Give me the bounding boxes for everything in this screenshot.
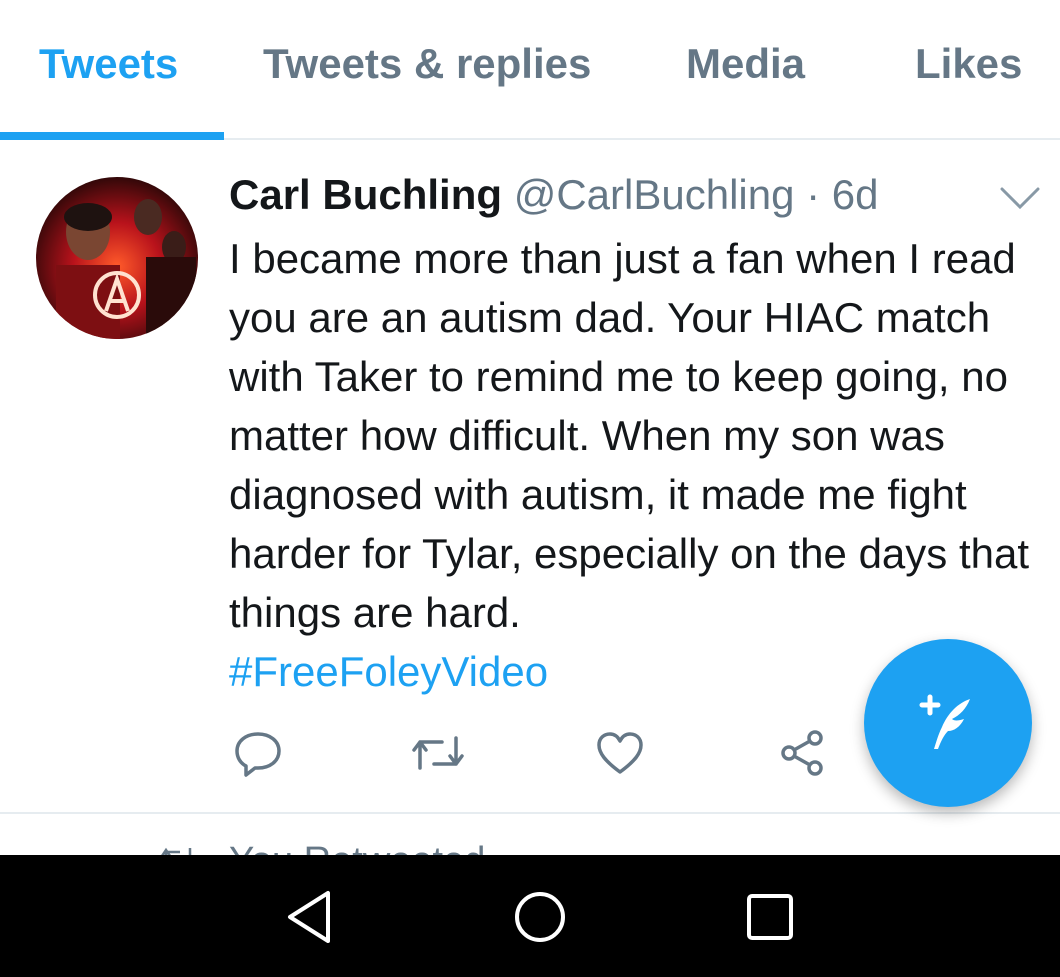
retweeted-label: You Retweeted: [229, 840, 485, 856]
retweet-icon[interactable]: [408, 723, 468, 783]
author-name[interactable]: Carl Buchling: [229, 171, 502, 218]
tweet-time: · 6d: [794, 171, 879, 218]
tweet-text: I became more than just a fan when I rea…: [229, 235, 1030, 636]
home-icon[interactable]: [508, 885, 572, 949]
profile-tabs: Tweets Tweets & replies Media Likes: [0, 0, 1060, 140]
tab-tweets[interactable]: Tweets: [39, 40, 178, 88]
next-tweet-preview: You Retweeted: [0, 816, 1060, 856]
tab-media[interactable]: Media: [686, 40, 805, 88]
avatar[interactable]: [36, 177, 198, 339]
tab-tweets-replies[interactable]: Tweets & replies: [263, 40, 591, 88]
tab-likes[interactable]: Likes: [915, 40, 1022, 88]
system-nav-bar: [0, 855, 1060, 977]
tweet-text-container: I became more than just a fan when I rea…: [229, 229, 1039, 701]
author-handle[interactable]: @CarlBuchling: [514, 171, 795, 218]
tweet-header: Carl Buchling @CarlBuchling · 6d: [229, 171, 879, 219]
compose-tweet-button[interactable]: [864, 639, 1032, 807]
active-tab-indicator: [0, 132, 224, 140]
recents-icon[interactable]: [738, 885, 802, 949]
compose-tweet-icon: [919, 694, 970, 749]
back-icon[interactable]: [278, 885, 342, 949]
reply-icon[interactable]: [228, 723, 288, 783]
chevron-down-icon[interactable]: [998, 183, 1042, 213]
share-icon[interactable]: [772, 723, 832, 783]
like-icon[interactable]: [590, 723, 650, 783]
